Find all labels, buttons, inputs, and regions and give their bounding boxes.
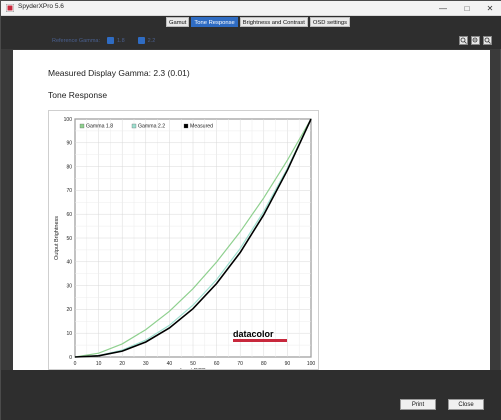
x-tick-label: 80 [261, 361, 267, 367]
search-icon [484, 37, 491, 44]
print-button[interactable]: Print [400, 399, 436, 410]
window-title: SpyderXPro 5.6 [18, 3, 64, 10]
y-tick-label: 40 [66, 260, 72, 266]
x-tick-label: 100 [307, 361, 316, 367]
y-tick-label: 0 [69, 355, 72, 361]
legend-swatch [131, 123, 137, 129]
legend-swatch [79, 123, 85, 129]
close-window-button[interactable]: ✕ [478, 1, 501, 16]
title-bar: SpyderXPro 5.6 — □ ✕ [1, 1, 501, 16]
gamma-2-2-checkbox[interactable] [137, 37, 145, 44]
x-tick-label: 70 [237, 361, 243, 367]
footer-bar: Print Close [1, 370, 501, 420]
close-icon: ✕ [486, 4, 494, 13]
y-tick-label: 50 [66, 236, 72, 242]
app-logo-icon [6, 4, 14, 12]
close-button[interactable]: Close [448, 399, 484, 410]
gamma-2-2-label: 2.2 [147, 37, 156, 44]
maximize-button[interactable]: □ [455, 1, 479, 16]
x-tick-label: 90 [285, 361, 291, 367]
y-tick-label: 10 [66, 331, 72, 337]
tab-osd-settings[interactable]: OSD settings [309, 17, 351, 27]
y-tick-label: 80 [66, 164, 72, 170]
legend-label: Gamma 1.8 [86, 124, 113, 130]
y-tick-label: 30 [66, 283, 72, 289]
zoom-out-button[interactable] [471, 36, 480, 45]
legend-label: Measured [190, 124, 213, 130]
y-axis-label: Output Brightness [54, 216, 60, 260]
gamma-1-8-checkbox[interactable] [107, 37, 114, 44]
reference-gamma-row: Reference Gamma: 1.8 2.2 [52, 36, 155, 45]
measured-gamma-text: Measured Display Gamma: 2.3 (0.01) [48, 68, 190, 78]
x-tick-label: 40 [167, 361, 173, 367]
zoom-out-icon [472, 37, 478, 43]
app-window: SpyderXPro 5.6 — □ ✕ Gamut Tone Response… [0, 0, 501, 420]
gamma-1-8-label: 1.8 [117, 37, 125, 44]
header-bar: Gamut Tone Response Brightness and Contr… [1, 16, 501, 49]
y-tick-label: 70 [66, 188, 72, 194]
zoom-in-icon [460, 37, 467, 44]
x-tick-label: 10 [96, 361, 102, 367]
datacolor-logo: datacolor [233, 329, 274, 339]
section-title: Tone Response [48, 90, 108, 100]
y-tick-label: 90 [66, 141, 72, 147]
minimize-icon: — [439, 4, 447, 13]
x-tick-label: 0 [74, 361, 77, 367]
search-button[interactable] [483, 36, 492, 45]
tab-strip: Gamut Tone Response Brightness and Contr… [166, 17, 351, 27]
x-axis-label: Input RGB [180, 368, 206, 369]
datacolor-logo-bar [233, 339, 287, 342]
legend-label: Gamma 2.2 [138, 124, 165, 130]
tab-tone-response[interactable]: Tone Response [191, 17, 238, 27]
y-tick-label: 100 [64, 117, 73, 123]
tab-brightness-contrast[interactable]: Brightness and Contrast [239, 17, 308, 27]
x-tick-label: 30 [143, 361, 149, 367]
y-tick-label: 60 [66, 212, 72, 218]
toolbar-icons [459, 36, 492, 45]
x-tick-label: 60 [214, 361, 220, 367]
legend-swatch [183, 123, 189, 129]
x-tick-label: 50 [190, 361, 196, 367]
zoom-in-button[interactable] [459, 36, 468, 45]
reference-gamma-label: Reference Gamma: [52, 37, 100, 44]
report-panel: Measured Display Gamma: 2.3 (0.01) Tone … [13, 50, 490, 370]
x-tick-label: 20 [119, 361, 125, 367]
tab-gamut[interactable]: Gamut [166, 17, 190, 27]
tone-response-chart: 0 10 20 30 40 50 60 70 80 90 100 0 10 20 30 40 50 60 70 80 9… [48, 110, 319, 370]
maximize-icon: □ [464, 4, 470, 13]
minimize-button[interactable]: — [431, 1, 455, 16]
chart-canvas: 0 10 20 30 40 50 60 70 80 90 100 0 10 20 30 40 50 60 70 80 9… [54, 117, 316, 369]
y-tick-label: 20 [66, 307, 72, 313]
